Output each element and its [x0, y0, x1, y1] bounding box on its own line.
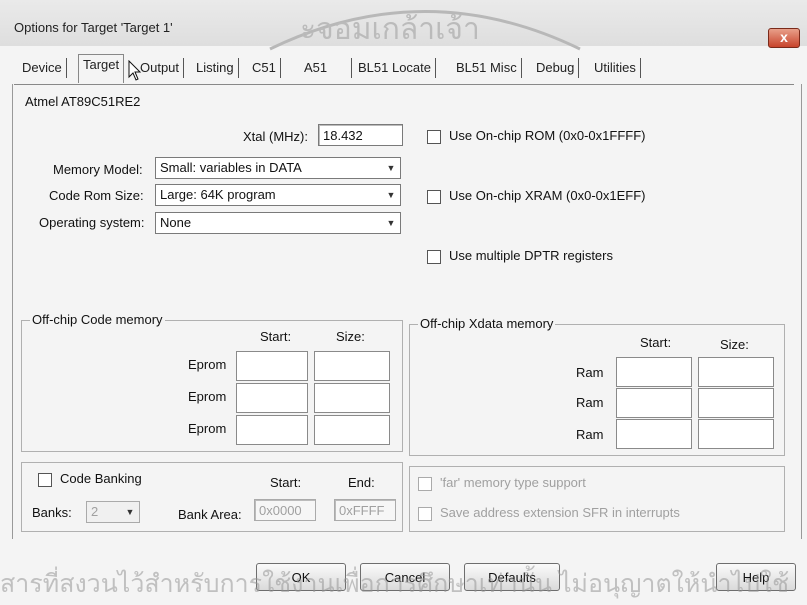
- bank-start-label: Start:: [270, 475, 302, 490]
- window-title: Options for Target 'Target 1': [14, 20, 173, 35]
- bank-area-label: Bank Area:: [178, 507, 242, 522]
- tab-output[interactable]: Output: [136, 58, 185, 78]
- watermark-top-text: ะจอมเกล้าเจ้า: [300, 12, 480, 47]
- tab-listing[interactable]: Listing: [192, 58, 239, 78]
- code-rom-size-select[interactable]: Large: 64K program ▼: [155, 184, 401, 206]
- code-banking-checkbox[interactable]: [38, 473, 52, 487]
- tab-bl51-misc[interactable]: BL51 Misc: [452, 58, 522, 78]
- watermark-bottom-text: สารที่สงวนไว้สำหรับการใช้งานเพื่อการศึกษ…: [0, 570, 790, 598]
- save-address-label: Save address extension SFR in interrupts: [440, 505, 680, 520]
- eprom-size-input-3[interactable]: [314, 415, 390, 445]
- onchip-xram-label: Use On-chip XRAM (0x0-0x1EFF): [449, 188, 646, 203]
- watermark-seal: ะจอมเกล้าเจ้า: [269, 10, 581, 51]
- chevron-down-icon[interactable]: ▼: [384, 187, 398, 203]
- onchip-xram-checkbox[interactable]: [427, 190, 441, 204]
- code-banking-label: Code Banking: [60, 471, 142, 486]
- eprom-label-2: Eprom: [188, 389, 227, 404]
- eprom-start-input-2[interactable]: [236, 383, 308, 413]
- tab-utilities[interactable]: Utilities: [590, 58, 641, 78]
- device-name: Atmel AT89C51RE2: [25, 94, 141, 109]
- far-memory-label: 'far' memory type support: [440, 475, 586, 490]
- chevron-down-icon[interactable]: ▼: [384, 160, 398, 176]
- ram-start-input-3[interactable]: [616, 419, 692, 449]
- banks-select[interactable]: 2 ▼: [86, 501, 140, 523]
- tab-device[interactable]: Device: [18, 58, 67, 78]
- eprom-size-input-2[interactable]: [314, 383, 390, 413]
- code-rom-size-label: Code Rom Size:: [49, 188, 144, 203]
- code-size-label: Size:: [336, 329, 365, 344]
- tab-debug[interactable]: Debug: [532, 58, 580, 78]
- tab-target[interactable]: Target: [78, 54, 125, 83]
- xdata-start-label: Start:: [640, 335, 672, 350]
- xtal-input[interactable]: 18.432: [318, 124, 403, 146]
- tab-bl51-locate[interactable]: BL51 Locate: [354, 58, 437, 78]
- eprom-start-input-1[interactable]: [236, 351, 308, 381]
- far-memory-group: 'far' memory type support Save address e…: [409, 466, 785, 532]
- save-address-checkbox[interactable]: [418, 507, 432, 521]
- tab-c51[interactable]: C51: [248, 58, 281, 78]
- operating-system-value: None: [160, 215, 192, 230]
- eprom-label-3: Eprom: [188, 421, 227, 436]
- offchip-code-group: Off-chip Code memory Start: Size: Eprom …: [21, 312, 403, 452]
- bank-end-input[interactable]: 0xFFFF: [334, 499, 396, 521]
- tab-a51[interactable]: A51: [300, 58, 353, 78]
- eprom-size-input-1[interactable]: [314, 351, 390, 381]
- eprom-start-input-3[interactable]: [236, 415, 308, 445]
- xdata-size-label: Size:: [720, 337, 749, 352]
- ram-start-input-1[interactable]: [616, 357, 692, 387]
- banks-value: 2: [91, 504, 99, 519]
- ram-start-input-2[interactable]: [616, 388, 692, 418]
- ram-label-1: Ram: [576, 365, 604, 380]
- close-button[interactable]: x: [768, 28, 800, 48]
- operating-system-label: Operating system:: [39, 215, 145, 230]
- memory-model-label: Memory Model:: [53, 162, 143, 177]
- offchip-xdata-title: Off-chip Xdata memory: [418, 316, 556, 331]
- ram-size-input-2[interactable]: [698, 388, 774, 418]
- close-icon: x: [780, 29, 788, 45]
- target-panel: Atmel AT89C51RE2 Xtal (MHz): 18.432 Memo…: [12, 84, 802, 539]
- ram-label-3: Ram: [576, 427, 604, 442]
- banks-label: Banks:: [32, 505, 72, 520]
- bank-end-label: End:: [348, 475, 375, 490]
- ram-label-2: Ram: [576, 395, 604, 410]
- code-rom-size-value: Large: 64K program: [160, 187, 276, 202]
- mouse-cursor-icon: [128, 60, 142, 81]
- chevron-down-icon[interactable]: ▼: [123, 504, 137, 520]
- code-start-label: Start:: [260, 329, 292, 344]
- bank-start-input[interactable]: 0x0000: [254, 499, 316, 521]
- onchip-rom-checkbox[interactable]: [427, 130, 441, 144]
- multiple-dptr-checkbox[interactable]: [427, 250, 441, 264]
- offchip-code-title: Off-chip Code memory: [30, 312, 165, 327]
- memory-model-value: Small: variables in DATA: [160, 160, 302, 175]
- chevron-down-icon[interactable]: ▼: [384, 215, 398, 231]
- operating-system-select[interactable]: None ▼: [155, 212, 401, 234]
- multiple-dptr-label: Use multiple DPTR registers: [449, 248, 613, 263]
- far-memory-checkbox[interactable]: [418, 477, 432, 491]
- ram-size-input-3[interactable]: [698, 419, 774, 449]
- eprom-label-1: Eprom: [188, 357, 227, 372]
- onchip-rom-label: Use On-chip ROM (0x0-0x1FFFF): [449, 128, 646, 143]
- xtal-label: Xtal (MHz):: [243, 129, 308, 144]
- ram-size-input-1[interactable]: [698, 357, 774, 387]
- code-banking-group: Code Banking Start: End: Banks: 2 ▼ Bank…: [21, 462, 403, 532]
- offchip-xdata-group: Off-chip Xdata memory Start: Size: Ram R…: [409, 316, 785, 456]
- memory-model-select[interactable]: Small: variables in DATA ▼: [155, 157, 401, 179]
